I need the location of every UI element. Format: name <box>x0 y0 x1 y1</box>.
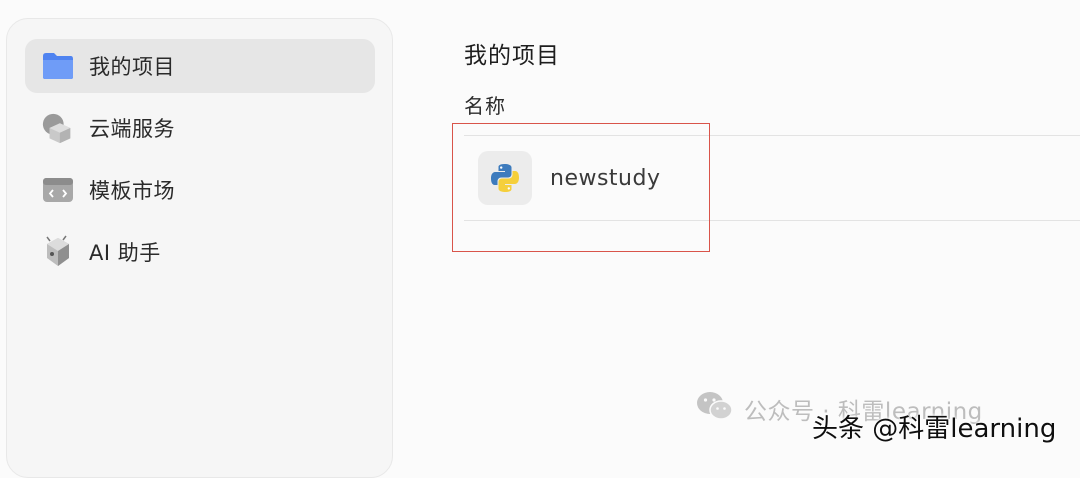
wechat-icon <box>696 390 744 428</box>
sidebar-item-my-projects[interactable]: 我的项目 <box>25 39 375 93</box>
name-column-header[interactable]: 名称 <box>464 90 506 119</box>
highlight-annotation-box <box>452 123 710 252</box>
ai-assistant-icon <box>41 235 75 269</box>
page-title: 我的项目 <box>464 43 560 69</box>
sidebar-item-template-market[interactable]: 模板市场 <box>25 163 375 217</box>
sidebar: 我的项目 云端服务 模板市场 AI 助手 <box>6 18 393 478</box>
toutiao-watermark: 头条 @科雷learning <box>812 414 1057 444</box>
cloud-cube-icon <box>41 111 75 145</box>
sidebar-item-ai-assistant[interactable]: AI 助手 <box>25 225 375 279</box>
sidebar-item-label: 我的项目 <box>89 55 175 79</box>
template-icon <box>41 173 75 207</box>
sidebar-item-label: 云端服务 <box>89 117 175 141</box>
folder-icon <box>41 49 75 83</box>
sidebar-item-label: AI 助手 <box>89 241 161 265</box>
sidebar-item-cloud-services[interactable]: 云端服务 <box>25 101 375 155</box>
sidebar-item-label: 模板市场 <box>89 179 175 203</box>
